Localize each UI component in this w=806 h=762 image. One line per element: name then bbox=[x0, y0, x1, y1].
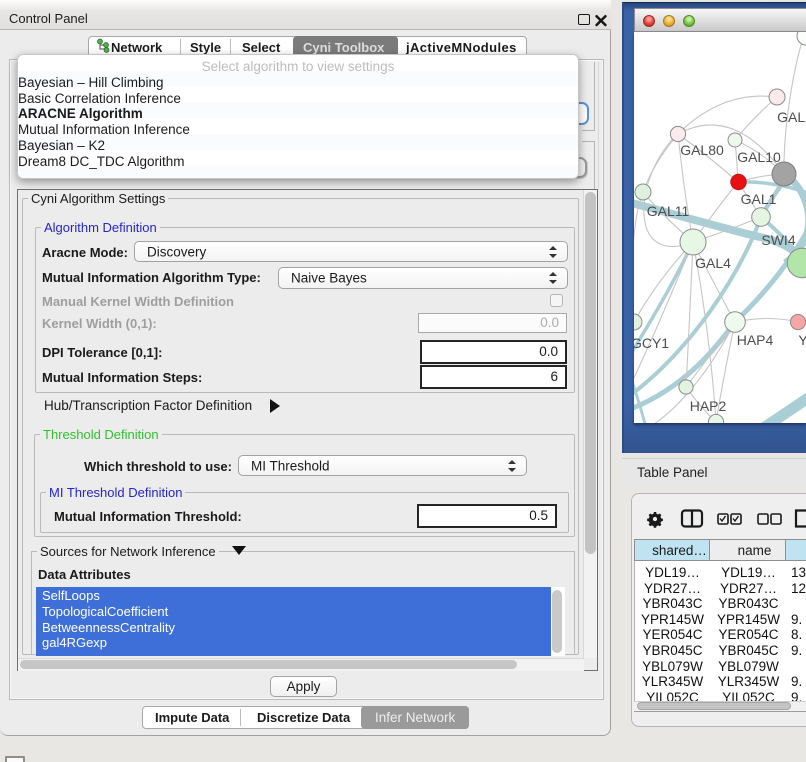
svg-text:GAL4: GAL4 bbox=[695, 255, 731, 271]
svg-text:GAL10: GAL10 bbox=[737, 149, 781, 165]
svg-text:Y: Y bbox=[798, 332, 806, 348]
svg-text:GAL1: GAL1 bbox=[741, 191, 777, 207]
svg-text:HAP4: HAP4 bbox=[737, 332, 774, 348]
svg-text:GAL11: GAL11 bbox=[647, 203, 690, 219]
svg-text:HAP2: HAP2 bbox=[690, 398, 727, 414]
svg-text:GCY1: GCY1 bbox=[634, 335, 669, 351]
svg-text:GAL80: GAL80 bbox=[680, 142, 724, 158]
svg-text:GAL2: GAL2 bbox=[777, 109, 806, 125]
svg-text:SWI4: SWI4 bbox=[761, 232, 795, 248]
